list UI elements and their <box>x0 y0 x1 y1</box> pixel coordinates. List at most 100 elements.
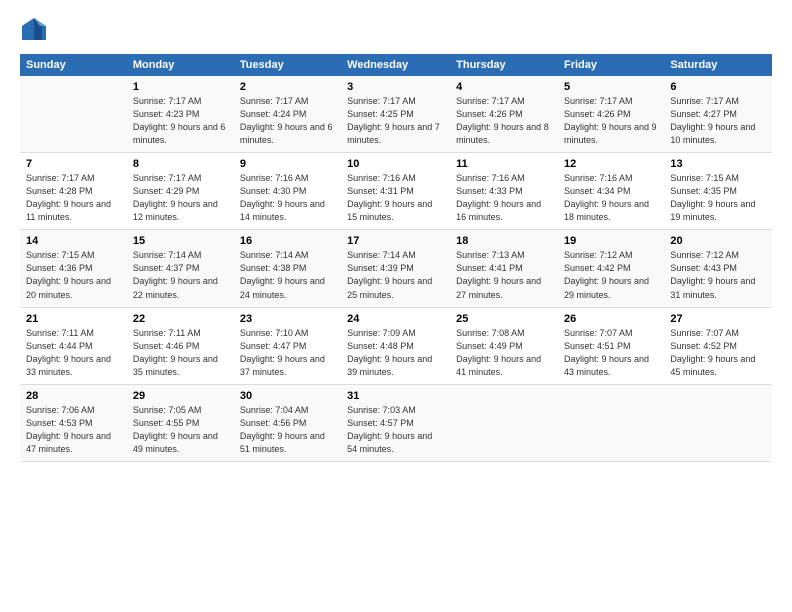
week-row-3: 14 Sunrise: 7:15 AMSunset: 4:36 PMDayligh… <box>20 230 772 307</box>
day-detail: Sunrise: 7:08 AMSunset: 4:49 PMDaylight:… <box>456 327 552 379</box>
day-detail: Sunrise: 7:16 AMSunset: 4:31 PMDaylight:… <box>347 172 444 224</box>
day-cell: 11 Sunrise: 7:16 AMSunset: 4:33 PMDayligh… <box>450 153 558 230</box>
day-number: 28 <box>26 390 121 402</box>
day-cell: 13 Sunrise: 7:15 AMSunset: 4:35 PMDayligh… <box>664 153 772 230</box>
day-cell: 8 Sunrise: 7:17 AMSunset: 4:29 PMDaylight… <box>127 153 234 230</box>
weekday-tuesday: Tuesday <box>234 54 341 76</box>
day-number: 30 <box>240 390 335 402</box>
day-detail: Sunrise: 7:17 AMSunset: 4:28 PMDaylight:… <box>26 172 121 224</box>
day-cell: 18 Sunrise: 7:13 AMSunset: 4:41 PMDayligh… <box>450 230 558 307</box>
day-number: 22 <box>133 313 228 325</box>
day-detail: Sunrise: 7:17 AMSunset: 4:27 PMDaylight:… <box>670 95 766 147</box>
calendar-table: SundayMondayTuesdayWednesdayThursdayFrid… <box>20 54 772 462</box>
day-number: 21 <box>26 313 121 325</box>
day-number: 5 <box>564 81 658 93</box>
day-detail: Sunrise: 7:17 AMSunset: 4:25 PMDaylight:… <box>347 95 444 147</box>
day-cell <box>20 76 127 153</box>
day-cell: 15 Sunrise: 7:14 AMSunset: 4:37 PMDayligh… <box>127 230 234 307</box>
day-cell: 31 Sunrise: 7:03 AMSunset: 4:57 PMDayligh… <box>341 384 450 461</box>
day-detail: Sunrise: 7:09 AMSunset: 4:48 PMDaylight:… <box>347 327 444 379</box>
day-detail: Sunrise: 7:16 AMSunset: 4:34 PMDaylight:… <box>564 172 658 224</box>
day-cell: 12 Sunrise: 7:16 AMSunset: 4:34 PMDayligh… <box>558 153 664 230</box>
weekday-header-row: SundayMondayTuesdayWednesdayThursdayFrid… <box>20 54 772 76</box>
weekday-saturday: Saturday <box>664 54 772 76</box>
day-detail: Sunrise: 7:15 AMSunset: 4:36 PMDaylight:… <box>26 249 121 301</box>
day-number: 11 <box>456 158 552 170</box>
day-cell: 28 Sunrise: 7:06 AMSunset: 4:53 PMDayligh… <box>20 384 127 461</box>
day-number: 25 <box>456 313 552 325</box>
day-cell: 1Sunrise: 7:17 AMSunset: 4:23 PMDaylight… <box>127 76 234 153</box>
day-number: 15 <box>133 235 228 247</box>
header <box>20 16 772 44</box>
day-detail: Sunrise: 7:17 AMSunset: 4:23 PMDaylight:… <box>133 95 228 147</box>
day-detail: Sunrise: 7:12 AMSunset: 4:42 PMDaylight:… <box>564 249 658 301</box>
day-detail: Sunrise: 7:12 AMSunset: 4:43 PMDaylight:… <box>670 249 766 301</box>
day-detail: Sunrise: 7:13 AMSunset: 4:41 PMDaylight:… <box>456 249 552 301</box>
day-number: 13 <box>670 158 766 170</box>
day-detail: Sunrise: 7:04 AMSunset: 4:56 PMDaylight:… <box>240 404 335 456</box>
day-number: 3 <box>347 81 444 93</box>
logo-icon <box>20 16 48 44</box>
day-cell: 20 Sunrise: 7:12 AMSunset: 4:43 PMDayligh… <box>664 230 772 307</box>
day-detail: Sunrise: 7:16 AMSunset: 4:30 PMDaylight:… <box>240 172 335 224</box>
week-row-4: 21Sunrise: 7:11 AMSunset: 4:44 PMDayligh… <box>20 307 772 384</box>
week-row-1: 1Sunrise: 7:17 AMSunset: 4:23 PMDaylight… <box>20 76 772 153</box>
day-number: 12 <box>564 158 658 170</box>
weekday-monday: Monday <box>127 54 234 76</box>
day-cell: 7 Sunrise: 7:17 AMSunset: 4:28 PMDaylight… <box>20 153 127 230</box>
day-cell: 6 Sunrise: 7:17 AMSunset: 4:27 PMDaylight… <box>664 76 772 153</box>
weekday-sunday: Sunday <box>20 54 127 76</box>
day-cell <box>558 384 664 461</box>
day-cell: 29 Sunrise: 7:05 AMSunset: 4:55 PMDayligh… <box>127 384 234 461</box>
day-cell: 22 Sunrise: 7:11 AMSunset: 4:46 PMDayligh… <box>127 307 234 384</box>
day-number: 31 <box>347 390 444 402</box>
day-number: 23 <box>240 313 335 325</box>
day-cell: 5Sunrise: 7:17 AMSunset: 4:26 PMDaylight… <box>558 76 664 153</box>
day-detail: Sunrise: 7:07 AMSunset: 4:52 PMDaylight:… <box>670 327 766 379</box>
day-number: 4 <box>456 81 552 93</box>
day-detail: Sunrise: 7:11 AMSunset: 4:46 PMDaylight:… <box>133 327 228 379</box>
day-detail: Sunrise: 7:07 AMSunset: 4:51 PMDaylight:… <box>564 327 658 379</box>
day-cell <box>450 384 558 461</box>
day-number: 7 <box>26 158 121 170</box>
weekday-wednesday: Wednesday <box>341 54 450 76</box>
day-detail: Sunrise: 7:17 AMSunset: 4:29 PMDaylight:… <box>133 172 228 224</box>
day-number: 16 <box>240 235 335 247</box>
day-cell: 27Sunrise: 7:07 AMSunset: 4:52 PMDayligh… <box>664 307 772 384</box>
day-number: 17 <box>347 235 444 247</box>
day-cell: 19Sunrise: 7:12 AMSunset: 4:42 PMDayligh… <box>558 230 664 307</box>
day-number: 20 <box>670 235 766 247</box>
day-number: 2 <box>240 81 335 93</box>
day-cell: 10 Sunrise: 7:16 AMSunset: 4:31 PMDayligh… <box>341 153 450 230</box>
day-detail: Sunrise: 7:14 AMSunset: 4:37 PMDaylight:… <box>133 249 228 301</box>
day-cell: 23 Sunrise: 7:10 AMSunset: 4:47 PMDayligh… <box>234 307 341 384</box>
day-number: 18 <box>456 235 552 247</box>
logo <box>20 16 52 44</box>
day-number: 9 <box>240 158 335 170</box>
day-cell <box>664 384 772 461</box>
day-number: 14 <box>26 235 121 247</box>
day-detail: Sunrise: 7:17 AMSunset: 4:26 PMDaylight:… <box>456 95 552 147</box>
day-detail: Sunrise: 7:05 AMSunset: 4:55 PMDaylight:… <box>133 404 228 456</box>
week-row-5: 28 Sunrise: 7:06 AMSunset: 4:53 PMDayligh… <box>20 384 772 461</box>
page: SundayMondayTuesdayWednesdayThursdayFrid… <box>0 0 792 612</box>
day-cell: 14 Sunrise: 7:15 AMSunset: 4:36 PMDayligh… <box>20 230 127 307</box>
day-cell: 21Sunrise: 7:11 AMSunset: 4:44 PMDayligh… <box>20 307 127 384</box>
day-number: 29 <box>133 390 228 402</box>
day-cell: 9 Sunrise: 7:16 AMSunset: 4:30 PMDaylight… <box>234 153 341 230</box>
day-number: 24 <box>347 313 444 325</box>
day-detail: Sunrise: 7:16 AMSunset: 4:33 PMDaylight:… <box>456 172 552 224</box>
week-row-2: 7 Sunrise: 7:17 AMSunset: 4:28 PMDaylight… <box>20 153 772 230</box>
weekday-friday: Friday <box>558 54 664 76</box>
day-detail: Sunrise: 7:03 AMSunset: 4:57 PMDaylight:… <box>347 404 444 456</box>
day-cell: 26 Sunrise: 7:07 AMSunset: 4:51 PMDayligh… <box>558 307 664 384</box>
day-detail: Sunrise: 7:10 AMSunset: 4:47 PMDaylight:… <box>240 327 335 379</box>
day-number: 26 <box>564 313 658 325</box>
weekday-thursday: Thursday <box>450 54 558 76</box>
day-number: 6 <box>670 81 766 93</box>
day-detail: Sunrise: 7:06 AMSunset: 4:53 PMDaylight:… <box>26 404 121 456</box>
day-detail: Sunrise: 7:15 AMSunset: 4:35 PMDaylight:… <box>670 172 766 224</box>
day-number: 8 <box>133 158 228 170</box>
day-number: 10 <box>347 158 444 170</box>
day-cell: 17Sunrise: 7:14 AMSunset: 4:39 PMDayligh… <box>341 230 450 307</box>
